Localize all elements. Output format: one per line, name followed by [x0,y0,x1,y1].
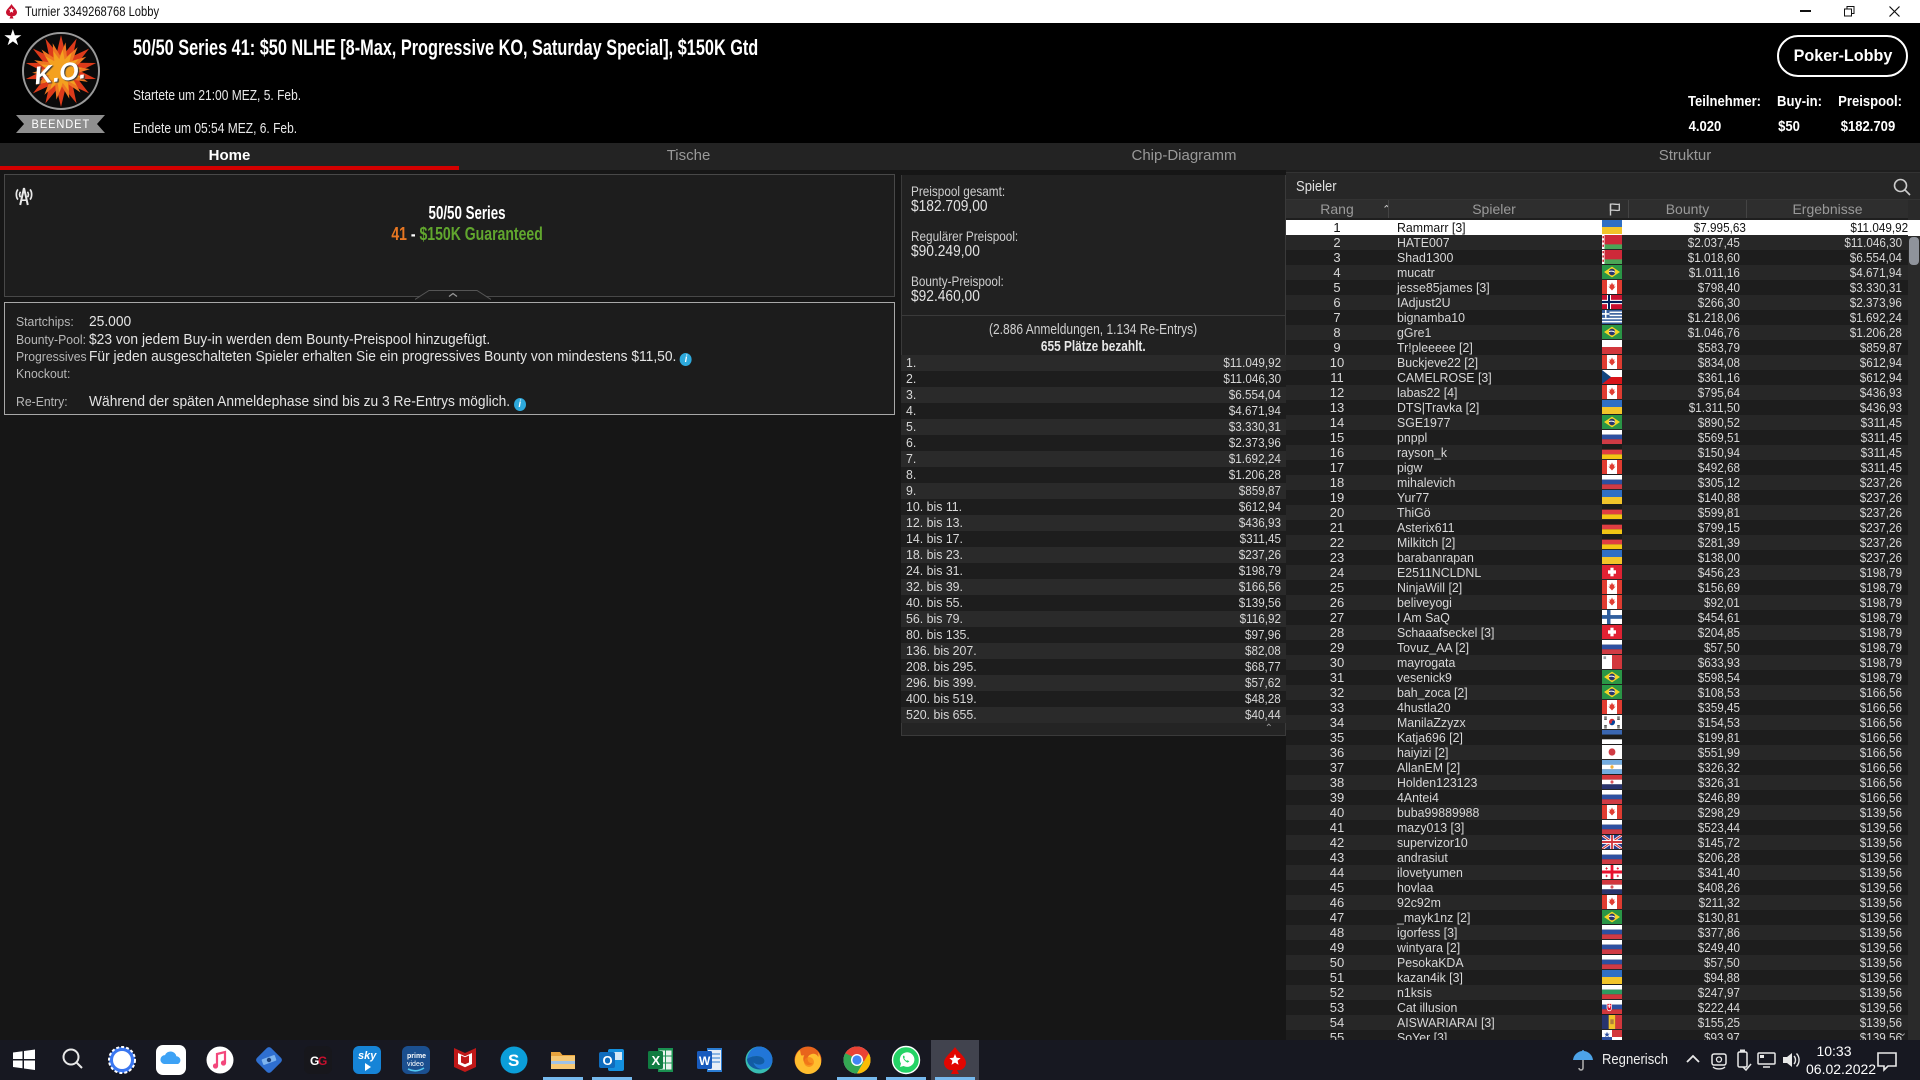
svg-text:G: G [318,1054,327,1068]
svg-text:W: W [699,1054,711,1068]
svg-text:sky: sky [358,1050,377,1062]
svg-text:prime: prime [407,1053,426,1060]
svg-text:S: S [508,1051,519,1070]
svg-text:O: O [603,1053,613,1068]
svg-text:X: X [652,1053,661,1068]
svg-text:video: video [407,1061,424,1068]
